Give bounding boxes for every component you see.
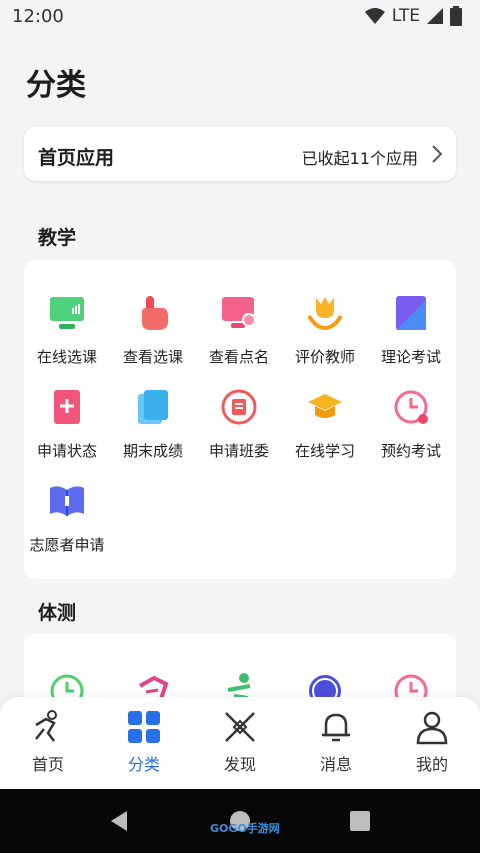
app-online-learning[interactable]: 在线学习 [282,388,368,474]
hand-pointer-icon [142,296,168,330]
runner-home-icon [35,710,57,742]
app-application-status[interactable]: 申请状态 [24,388,110,474]
page-title: 分类 [26,68,86,103]
monitor-user-icon [222,297,256,328]
app-evaluate-teacher[interactable]: 评价教师 [282,294,368,380]
app-online-course-selection[interactable]: 在线选课 [24,294,110,380]
nav-home[interactable]: 首页 [0,697,96,789]
network-type: LTE [391,6,420,26]
app-apply-class-committee[interactable]: 申请班委 [196,388,282,474]
recents-icon[interactable] [350,811,370,831]
document-plus-icon [54,390,80,424]
back-icon[interactable] [109,810,129,832]
nav-messages[interactable]: 消息 [288,697,384,789]
badge-list-icon [221,389,257,425]
section-title-fitness-test: 体测 [38,602,77,624]
status-bar: 12:00 LTE [0,0,480,32]
app-view-course-selection[interactable]: 查看选课 [110,294,196,380]
exam-card-icon [396,296,426,330]
wifi-icon [364,8,385,24]
app-volunteer-application[interactable]: 志愿者申请 [24,482,110,568]
status-time: 12:00 [12,6,64,27]
home-apps-title: 首页应用 [38,147,115,169]
stacked-papers-icon [138,390,168,424]
teaching-apps-card: 在线选课 查看选课 查看点名 评价教师 理论考试 申请状态 期末成绩 申请班委 … [24,260,456,579]
home-apps-status: 已收起11个应用 [301,149,418,168]
app-theory-exam[interactable]: 理论考试 [368,294,454,380]
user-icon [416,711,448,745]
app-schedule-exam[interactable]: 预约考试 [368,388,454,474]
open-book-icon [50,486,84,516]
watermark-logo: GOGO手游网 [210,822,280,835]
app-final-grades[interactable]: 期末成绩 [110,388,196,474]
nav-profile[interactable]: 我的 [384,697,480,789]
tulip-hand-icon [307,297,343,331]
app-view-roll-call[interactable]: 查看点名 [196,294,282,380]
graduation-cap-icon [308,394,342,418]
battery-icon [450,6,462,26]
clock-icon [394,390,428,424]
bell-icon [322,713,350,742]
grid-icon [128,711,160,743]
nav-category[interactable]: 分类 [96,697,192,789]
nav-discover[interactable]: 发现 [192,697,288,789]
signal-icon [427,8,443,24]
compass-icon [225,712,255,742]
status-icons: LTE [364,6,462,26]
bottom-nav: 首页 分类 发现 消息 我的 [0,697,480,789]
home-apps-row[interactable]: 首页应用 已收起11个应用 [24,127,456,181]
chevron-right-icon [432,145,443,163]
monitor-icon [50,297,84,329]
section-title-teaching: 教学 [38,227,77,249]
